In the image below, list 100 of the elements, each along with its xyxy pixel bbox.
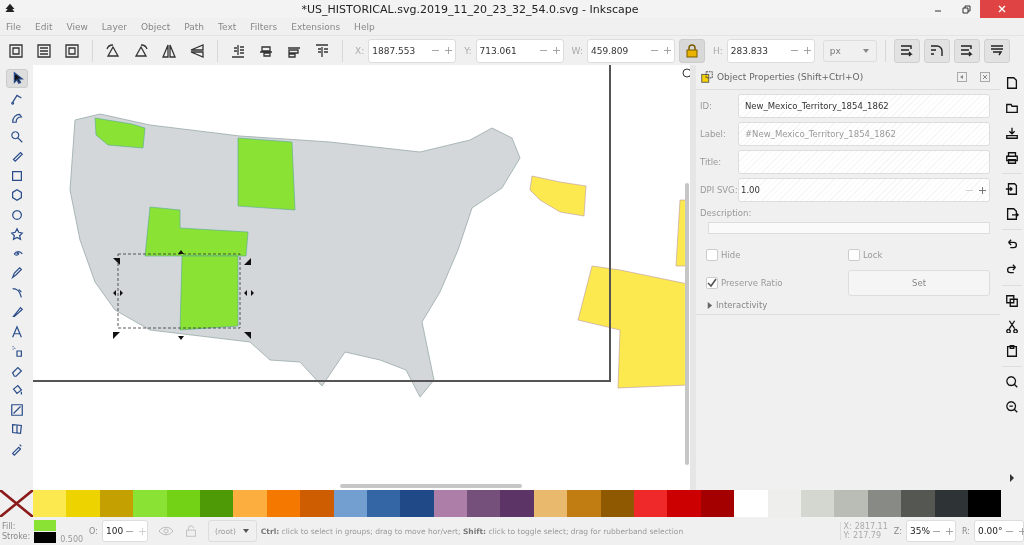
color-swatch[interactable]: [634, 490, 668, 517]
plus-icon[interactable]: [445, 47, 453, 54]
color-swatch[interactable]: [366, 490, 401, 517]
expander[interactable]: Interactivity: [700, 300, 990, 310]
color-swatch[interactable]: [533, 490, 568, 517]
menu-item[interactable]: Layer: [101, 21, 127, 32]
color-swatch[interactable]: [199, 490, 234, 517]
stroke-swatch[interactable]: [34, 531, 57, 543]
plus-icon[interactable]: [803, 47, 811, 54]
minus-icon[interactable]: [790, 47, 798, 54]
color-swatch[interactable]: [300, 490, 334, 517]
color-swatch[interactable]: [867, 490, 902, 517]
text-tool-icon: [9, 324, 24, 339]
color-swatch[interactable]: [600, 490, 635, 517]
text-field[interactable]: New_Mexico_Territory_1854_1862: [738, 94, 990, 118]
text-field[interactable]: [738, 150, 990, 174]
color-swatch[interactable]: [433, 490, 468, 517]
description-field[interactable]: [708, 222, 990, 234]
transform-mode-button[interactable]: [893, 38, 920, 63]
color-swatch[interactable]: [700, 490, 735, 517]
printer-icon: [1005, 151, 1019, 165]
lock-button[interactable]: [678, 38, 705, 63]
color-swatch[interactable]: [934, 490, 968, 517]
text-field[interactable]: #New_Mexico_Territory_1854_1862: [738, 122, 990, 146]
magnifier-icon: [9, 129, 24, 144]
menu-item[interactable]: Object: [140, 21, 171, 32]
color-swatch[interactable]: [166, 490, 200, 517]
color-swatch[interactable]: [66, 490, 100, 517]
coordinate-label: Y:: [843, 531, 851, 540]
import-icon: [1005, 182, 1019, 196]
checkbox[interactable]: Lock: [848, 244, 990, 266]
menu-item[interactable]: Help: [354, 21, 375, 32]
caret-icon: [241, 527, 250, 535]
color-swatch[interactable]: [333, 490, 367, 517]
fill-label: Fill:: [2, 521, 17, 531]
menu-item[interactable]: Edit: [35, 21, 53, 32]
zoom-field[interactable]: 35%: [906, 520, 956, 542]
transform-mode-button[interactable]: [983, 38, 1010, 63]
menu-item[interactable]: View: [66, 21, 88, 32]
close-icon[interactable]: [980, 72, 990, 82]
color-swatch[interactable]: [133, 490, 167, 517]
transform-mode-button[interactable]: [923, 38, 950, 63]
menu-item[interactable]: Extensions: [291, 21, 341, 32]
field-label: X:: [355, 45, 365, 56]
color-swatch[interactable]: [99, 490, 134, 517]
set-button[interactable]: Set: [848, 270, 990, 296]
color-swatch[interactable]: [500, 490, 534, 517]
color-swatch[interactable]: [400, 490, 434, 517]
menu-item[interactable]: Path: [184, 21, 205, 32]
checkbox[interactable]: Hide: [706, 244, 848, 266]
color-swatch[interactable]: [801, 490, 835, 517]
triangle-icon: [706, 301, 713, 309]
minus-icon[interactable]: [539, 47, 547, 54]
color-swatch[interactable]: [734, 490, 768, 517]
mesh-icon: [9, 422, 24, 437]
color-swatch[interactable]: [767, 490, 801, 517]
transform-mode-button[interactable]: [953, 38, 980, 63]
fill-swatch[interactable]: [34, 519, 57, 531]
spin-field[interactable]: 1.00: [738, 178, 990, 202]
spin-field[interactable]: 283.833: [726, 38, 815, 63]
unit-dropdown[interactable]: px: [822, 39, 877, 62]
color-swatch[interactable]: [901, 490, 935, 517]
selection-box[interactable]: [113, 250, 254, 340]
scrollbar[interactable]: [340, 484, 522, 488]
color-swatch[interactable]: [467, 490, 501, 517]
spin-field[interactable]: 713.061: [475, 38, 564, 63]
scrollbar[interactable]: [685, 183, 689, 465]
gradient-icon: [9, 402, 24, 417]
copy-icon: [1005, 294, 1019, 308]
minus-icon[interactable]: [650, 47, 658, 54]
checkbox[interactable]: Preserve Ratio: [706, 272, 848, 294]
color-swatch[interactable]: [667, 490, 701, 517]
padlock-icon: [683, 42, 700, 59]
no-color-swatch[interactable]: [0, 490, 33, 517]
color-swatch[interactable]: [266, 490, 301, 517]
color-swatch[interactable]: [233, 490, 267, 517]
collapse-icon[interactable]: [957, 72, 967, 82]
color-swatch[interactable]: [33, 490, 67, 517]
scissors-icon: [1005, 319, 1019, 333]
color-swatch[interactable]: [967, 490, 1002, 517]
minus-icon[interactable]: [432, 47, 440, 54]
plus-icon[interactable]: [663, 47, 671, 54]
color-swatch[interactable]: [567, 490, 601, 517]
plus-icon[interactable]: [552, 47, 560, 54]
tool-button[interactable]: [5, 69, 28, 88]
rotation-field[interactable]: 0.00°: [974, 520, 1024, 542]
opacity-field[interactable]: 100: [101, 520, 148, 542]
export-icon: [1005, 207, 1019, 221]
color-swatch[interactable]: [834, 490, 868, 517]
plus-icon[interactable]: [979, 186, 986, 194]
stroke-width: 0.500: [60, 535, 84, 544]
select-all-icon: [8, 42, 24, 59]
plus-icon[interactable]: [1018, 527, 1024, 535]
spin-field[interactable]: 459.809: [586, 38, 675, 63]
menu-item[interactable]: File: [6, 21, 22, 32]
spin-field[interactable]: 1887.553: [368, 38, 457, 63]
menu-item[interactable]: Text: [218, 21, 237, 32]
plus-icon[interactable]: [946, 527, 953, 535]
chevron-icon[interactable]: [1008, 474, 1016, 482]
menu-item[interactable]: Filters: [250, 21, 278, 32]
